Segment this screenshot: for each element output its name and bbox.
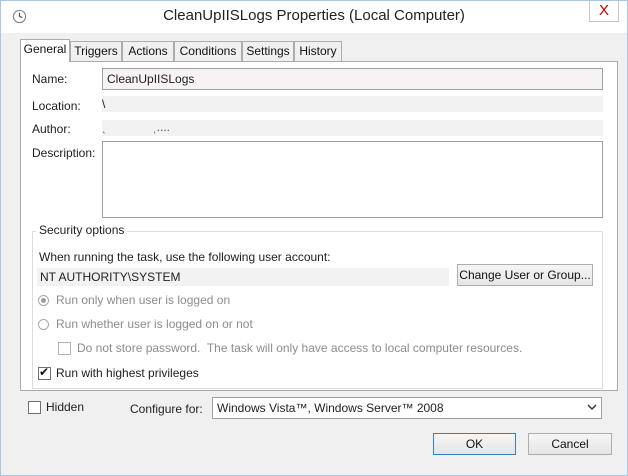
no-store-password-label: Do not store password. The task will onl… xyxy=(77,341,523,355)
author-value: ˎ ˌ.... xyxy=(102,120,171,134)
description-label: Description: xyxy=(32,146,96,160)
account-value: NT AUTHORITY\SYSTEM xyxy=(40,270,181,284)
cancel-button[interactable]: Cancel xyxy=(528,433,612,455)
ok-button[interactable]: OK xyxy=(433,433,516,455)
window-title: CleanUpIISLogs Properties (Local Compute… xyxy=(163,7,465,24)
hidden-checkbox[interactable] xyxy=(28,401,41,414)
run-whether-label: Run whether user is logged on or not xyxy=(56,317,253,331)
location-label: Location: xyxy=(32,99,81,113)
author-label: Author: xyxy=(32,122,71,136)
properties-dialog: CleanUpIISLogs Properties (Local Compute… xyxy=(0,0,628,476)
checkmark-icon: ✔ xyxy=(39,365,50,379)
description-field[interactable] xyxy=(102,141,603,218)
close-button[interactable]: X xyxy=(589,1,619,22)
tab-history[interactable]: History xyxy=(294,41,342,61)
highest-privileges-checkbox[interactable]: ✔ xyxy=(38,365,51,380)
tab-settings[interactable]: Settings xyxy=(242,41,294,61)
run-whether-radio[interactable] xyxy=(38,319,49,330)
run-logged-on-label: Run only when user is logged on xyxy=(56,293,231,307)
configure-value: Windows Vista™, Windows Server™ 2008 xyxy=(217,401,444,415)
tab-triggers[interactable]: Triggers xyxy=(70,41,122,61)
highest-privileges-label: Run with highest privileges xyxy=(56,366,199,380)
account-prompt: When running the task, use the following… xyxy=(39,250,331,264)
chevron-down-icon xyxy=(587,404,597,410)
tab-conditions[interactable]: Conditions xyxy=(174,41,242,61)
name-field[interactable]: CleanUpIISLogs xyxy=(102,68,603,90)
title-bar: CleanUpIISLogs Properties (Local Compute… xyxy=(1,1,627,33)
close-icon: X xyxy=(598,2,609,19)
location-field: \ xyxy=(102,96,603,112)
no-store-password-checkbox[interactable] xyxy=(58,342,71,355)
name-label: Name: xyxy=(32,72,68,86)
author-field: ˎ ˌ.... xyxy=(102,120,603,136)
configure-select[interactable]: Windows Vista™, Windows Server™ 2008 xyxy=(212,397,602,419)
general-panel: Name: CleanUpIISLogs Location: \ Author:… xyxy=(20,61,618,391)
run-logged-on-radio[interactable] xyxy=(38,295,49,306)
configure-label: Configure for: xyxy=(130,402,203,416)
name-value: CleanUpIISLogs xyxy=(107,72,195,86)
tab-actions[interactable]: Actions xyxy=(122,41,174,61)
hidden-label: Hidden xyxy=(46,400,85,414)
account-field: NT AUTHORITY\SYSTEM xyxy=(37,268,449,286)
tab-general[interactable]: General xyxy=(20,39,70,62)
location-value: \ xyxy=(102,97,106,111)
change-user-button[interactable]: Change User or Group... xyxy=(457,264,593,286)
security-options-title: Security options xyxy=(36,223,128,237)
